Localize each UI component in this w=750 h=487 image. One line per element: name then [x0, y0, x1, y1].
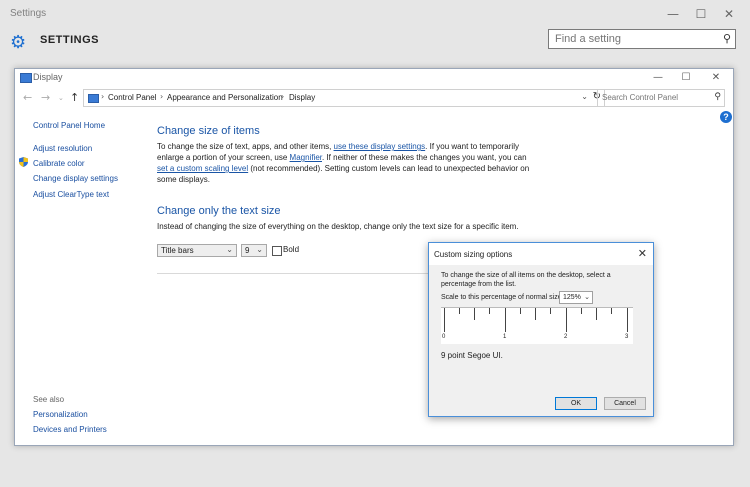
address-dropdown-icon[interactable]: ⌄ [581, 92, 588, 101]
see-also-devices-printers[interactable]: Devices and Printers [33, 425, 107, 434]
display-app-icon [20, 73, 32, 83]
ruler-minor-tick [581, 308, 582, 314]
bold-checkbox[interactable] [272, 246, 282, 256]
breadcrumb-control-panel[interactable]: Control Panel [108, 93, 156, 102]
custom-sizing-dialog: Custom sizing options ✕ To change the si… [428, 242, 654, 417]
dialog-close-button[interactable]: ✕ [638, 247, 647, 260]
up-arrow-icon[interactable]: ↑ [70, 91, 79, 104]
settings-search-box[interactable]: ⚲ [548, 29, 736, 49]
ruler-minor-tick [535, 308, 536, 320]
font-size-select[interactable]: 9 ⌄ [241, 244, 267, 257]
ruler-minor-tick [489, 308, 490, 314]
breadcrumb-separator-icon: › [281, 92, 285, 101]
ruler-label: 3 [625, 334, 629, 340]
uac-shield-icon [19, 157, 28, 167]
recent-locations-chevron-icon[interactable]: ⌄ [58, 94, 64, 102]
forward-arrow-icon[interactable]: → [41, 91, 50, 104]
text-size-description: Instead of changing the size of everythi… [157, 222, 519, 231]
ruler-label: 2 [564, 334, 568, 340]
ruler-minor-tick [520, 308, 521, 314]
dialog-description: To change the size of all items on the d… [441, 272, 611, 288]
ruler-minor-tick [459, 308, 460, 314]
cp-search-box[interactable]: ⚲ [597, 89, 725, 107]
ruler-label: 1 [503, 334, 507, 340]
minimize-button[interactable]: — [660, 4, 686, 24]
gear-icon: ⚙ [10, 32, 27, 53]
ruler-major-tick [505, 308, 506, 332]
settings-window-title: Settings [10, 8, 47, 19]
help-icon[interactable]: ? [720, 111, 732, 123]
search-icon[interactable]: ⚲ [714, 92, 721, 102]
control-panel-icon [88, 94, 99, 103]
chevron-down-icon: ⌄ [256, 245, 263, 254]
cancel-button[interactable]: Cancel [604, 397, 646, 410]
text-size-heading: Change only the text size [157, 205, 281, 217]
sidebar-control-panel-home[interactable]: Control Panel Home [33, 121, 105, 130]
breadcrumb-appearance[interactable]: Appearance and Personalization [167, 93, 283, 102]
custom-scaling-link[interactable]: set a custom scaling level [157, 164, 248, 173]
sample-text: 9 point Segoe UI. [441, 351, 503, 360]
back-arrow-icon[interactable]: ← [23, 91, 32, 104]
sidebar-change-display-settings[interactable]: Change display settings [33, 174, 118, 183]
search-icon[interactable]: ⚲ [723, 32, 731, 45]
ruler-minor-tick [474, 308, 475, 320]
bold-label: Bold [283, 245, 300, 254]
sidebar-adjust-resolution[interactable]: Adjust resolution [33, 144, 92, 153]
ruler-major-tick [566, 308, 567, 332]
settings-heading: SETTINGS [40, 34, 100, 46]
scale-label: Scale to this percentage of normal size: [441, 294, 564, 301]
settings-titlebar: Settings — ☐ ✕ [0, 0, 750, 30]
ruler-label: 0 [442, 334, 446, 340]
search-control-panel-input[interactable] [602, 93, 710, 102]
control-panel-title: Display [33, 72, 63, 82]
font-size-value: 9 [245, 246, 250, 255]
magnifier-link[interactable]: Magnifier [290, 153, 322, 162]
control-panel-titlebar: Display — ☐ ✕ [15, 69, 733, 87]
desc-text-1: To change the size of text, apps, and ot… [157, 142, 334, 151]
breadcrumb-separator-icon: › [101, 92, 105, 101]
maximize-button[interactable]: ☐ [688, 4, 714, 24]
cp-minimize-button[interactable]: — [647, 70, 669, 86]
close-button[interactable]: ✕ [716, 4, 742, 24]
ruler-minor-tick [611, 308, 612, 314]
chevron-down-icon: ⌄ [584, 293, 590, 301]
address-bar[interactable]: › Control Panel › Appearance and Persona… [83, 89, 605, 107]
scale-percentage-select[interactable]: 125% ⌄ [559, 291, 593, 304]
cp-close-button[interactable]: ✕ [705, 70, 727, 86]
item-select[interactable]: Title bars ⌄ [157, 244, 237, 257]
ruler-major-tick [444, 308, 445, 332]
change-size-description: To change the size of text, apps, and ot… [157, 141, 532, 185]
ok-button[interactable]: OK [555, 397, 597, 410]
ruler[interactable]: 0 1 2 3 [441, 307, 633, 344]
see-also-personalization[interactable]: Personalization [33, 410, 88, 419]
ruler-major-tick [627, 308, 628, 332]
ruler-minor-tick [596, 308, 597, 320]
change-size-heading: Change size of items [157, 125, 260, 137]
see-also-label: See also [33, 395, 65, 404]
breadcrumb-display[interactable]: Display [289, 93, 315, 102]
find-setting-input[interactable] [555, 33, 715, 45]
chevron-down-icon: ⌄ [226, 245, 233, 254]
breadcrumb-separator-icon: › [160, 92, 164, 101]
dialog-titlebar: Custom sizing options ✕ [429, 243, 653, 265]
sidebar-adjust-cleartype[interactable]: Adjust ClearType text [33, 190, 109, 199]
divider [157, 273, 429, 274]
scale-percentage-value: 125% [563, 294, 581, 301]
sidebar-calibrate-color[interactable]: Calibrate color [33, 159, 85, 168]
ruler-minor-tick [550, 308, 551, 314]
item-select-value: Title bars [161, 246, 194, 255]
dialog-title: Custom sizing options [434, 250, 513, 259]
navigation-bar: ← → ⌄ ↑ › Control Panel › Appearance and… [15, 89, 733, 109]
display-settings-link[interactable]: use these display settings [334, 142, 426, 151]
desc-text-3: . If neither of these makes the changes … [322, 153, 527, 162]
cp-maximize-button[interactable]: ☐ [675, 70, 697, 86]
